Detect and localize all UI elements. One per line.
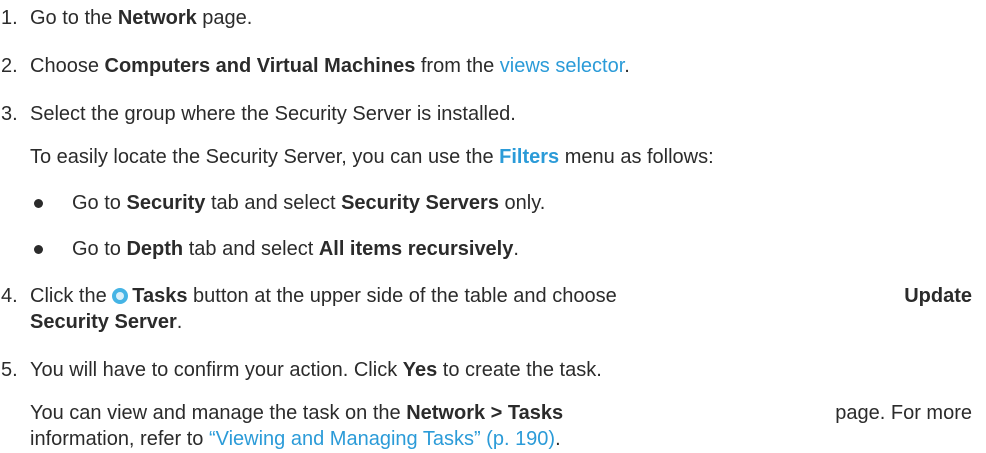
tasks-icon — [112, 288, 129, 304]
step-text: Go to the — [30, 7, 118, 29]
bullet-text: tab and select — [183, 238, 319, 260]
option-name: All items recursively — [318, 238, 514, 260]
step-number: 3. — [1, 103, 18, 125]
viewing-managing-tasks-link[interactable]: “Viewing and Managing Tasks” (p. 190) — [209, 428, 555, 450]
step-text: to create the task. — [437, 359, 602, 381]
bullet-text: Go to — [72, 238, 127, 260]
note-text: . — [555, 428, 561, 450]
bullet-icon — [34, 245, 43, 254]
action-name: Security Server — [30, 311, 177, 333]
filters-link[interactable]: Filters — [499, 146, 559, 168]
note-text: You can view and manage the task on the — [30, 402, 407, 424]
step-text: button at the upper side of the table an… — [187, 285, 617, 307]
note-text: menu as follows: — [559, 146, 714, 168]
note-text: information, refer to — [30, 428, 209, 450]
step-text: Click the — [30, 285, 113, 307]
yes-term: Yes — [402, 359, 438, 381]
tasks-button-label: Tasks — [132, 285, 188, 307]
action-name: Update — [904, 285, 972, 307]
tab-name: Depth — [126, 238, 184, 260]
step-number: 5. — [1, 359, 18, 381]
bullet-text: only. — [498, 192, 546, 214]
bullet-text: Go to — [72, 192, 127, 214]
step-number: 2. — [1, 55, 18, 77]
bullet-text: tab and select — [205, 192, 342, 214]
step-text: . — [176, 311, 183, 333]
page-path: Network > Tasks — [406, 402, 564, 424]
step-number: 4. — [1, 285, 18, 307]
bullet-text: . — [513, 238, 519, 260]
step-text: . — [624, 55, 630, 77]
bullet-icon — [34, 199, 43, 208]
network-term: Network — [117, 7, 197, 29]
step-text: Select the group where the Security Serv… — [30, 103, 516, 125]
option-name: Security Servers — [341, 192, 499, 214]
note-text: To easily locate the Security Server, yo… — [30, 146, 500, 168]
step-text: from the — [415, 55, 500, 77]
step-text: Choose — [30, 55, 105, 77]
document-page: 1. Go to the Network page. 2. Choose Com… — [0, 0, 986, 453]
step-text: page. — [196, 7, 253, 29]
views-selector-link[interactable]: views selector — [500, 55, 625, 77]
step-text: You will have to confirm your action. Cl… — [30, 359, 403, 381]
view-name: Computers and Virtual Machines — [104, 55, 416, 77]
note-text: page. For more — [835, 402, 972, 424]
step-number: 1. — [1, 7, 18, 29]
tab-name: Security — [126, 192, 206, 214]
